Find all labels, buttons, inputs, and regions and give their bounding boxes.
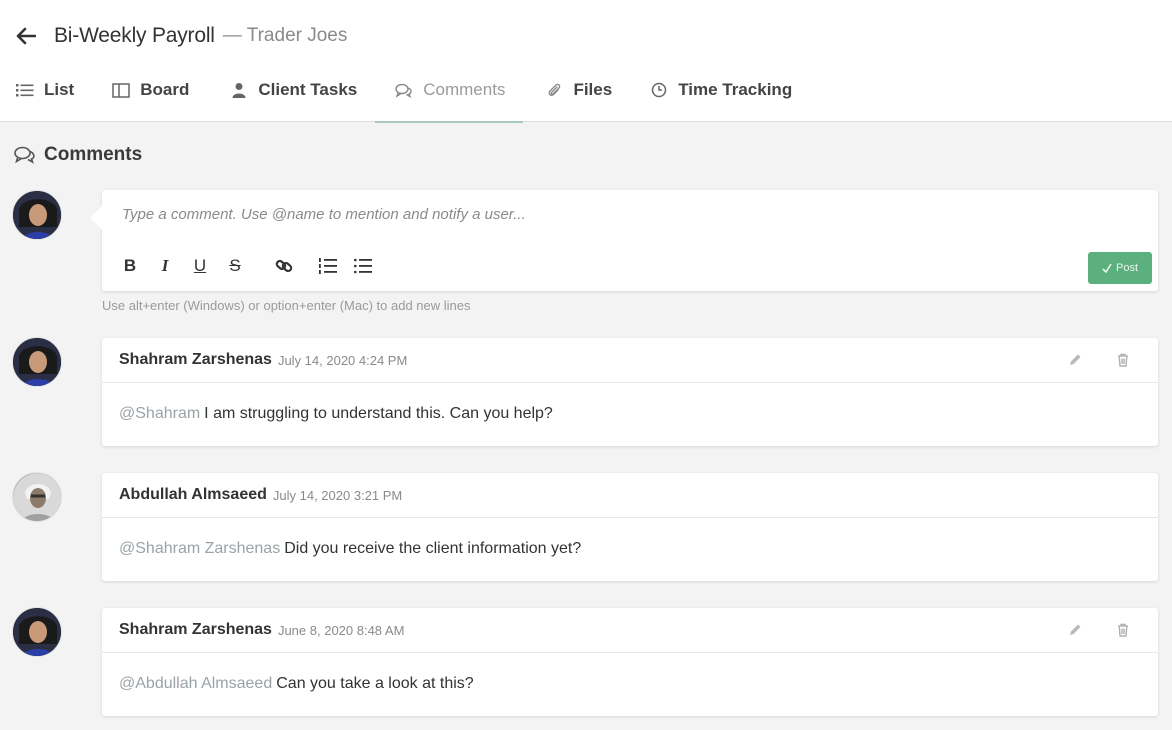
avatar — [12, 337, 62, 387]
comment-card: Abdullah Almsaeed July 14, 2020 3:21 PM … — [102, 473, 1158, 581]
post-label: Post — [1115, 262, 1138, 274]
page-header: Bi-Weekly Payroll — Trader Joes List Boa… — [0, 0, 1172, 123]
comment-card: Shahram Zarshenas July 14, 2020 4:24 PM … — [102, 338, 1158, 446]
tab-board[interactable]: Board — [112, 68, 189, 122]
comment-body: @Shahram Zarshenas Did you receive the c… — [102, 518, 1158, 580]
tab-client-tasks[interactable]: Client Tasks — [230, 68, 357, 122]
comment-author: Abdullah Almsaeed — [119, 486, 267, 503]
clock-icon — [650, 81, 668, 99]
comment-author: Shahram Zarshenas — [119, 621, 272, 638]
italic-button[interactable]: I — [155, 256, 175, 276]
comment-timestamp: July 14, 2020 4:24 PM — [277, 352, 408, 368]
comments-heading: Comments — [14, 144, 142, 166]
tab-bar: List Board Client Tasks Comments Files T… — [0, 68, 792, 123]
link-icon[interactable] — [274, 256, 294, 276]
underline-button[interactable]: U — [190, 256, 210, 276]
tab-comments[interactable]: Comments — [375, 68, 524, 123]
tab-label: Comments — [423, 80, 506, 99]
comment-header: Shahram Zarshenas June 8, 2020 8:48 AM — [102, 608, 1158, 653]
comment-input[interactable] — [122, 206, 1102, 223]
post-button[interactable]: Post — [1088, 252, 1152, 284]
comment-card: Shahram Zarshenas June 8, 2020 8:48 AM @… — [102, 608, 1158, 716]
formatting-toolbar: B I U S — [120, 256, 388, 276]
arrow-left-icon[interactable] — [14, 24, 38, 48]
strikethrough-button[interactable]: S — [225, 256, 245, 276]
tab-label: Client Tasks — [258, 80, 358, 99]
comment-body: @Shahram I am struggling to understand t… — [102, 383, 1158, 445]
user-icon — [230, 81, 248, 99]
title-row: Bi-Weekly Payroll — Trader Joes — [14, 20, 347, 52]
trash-icon[interactable] — [1114, 621, 1132, 639]
board-icon — [112, 81, 130, 99]
comment-author: Shahram Zarshenas — [119, 351, 272, 368]
bold-button[interactable]: B — [120, 256, 140, 276]
avatar — [12, 607, 62, 657]
composer-hint: Use alt+enter (Windows) or option+enter … — [102, 298, 471, 313]
list-icon — [16, 81, 34, 99]
comment-composer: B I U S Post — [90, 190, 1158, 291]
tab-label: List — [44, 80, 75, 99]
section-title: Comments — [44, 144, 143, 165]
tab-label: Files — [573, 80, 613, 99]
comment-timestamp: June 8, 2020 8:48 AM — [277, 622, 405, 638]
comments-icon — [395, 81, 413, 99]
send-icon — [1102, 263, 1112, 273]
mention-link[interactable]: @Shahram — [119, 405, 200, 423]
comment-timestamp: July 14, 2020 3:21 PM — [272, 487, 403, 503]
tab-label: Board — [140, 80, 190, 99]
tab-list[interactable]: List — [16, 68, 74, 122]
pencil-icon[interactable] — [1066, 351, 1084, 369]
comment-text: Did you receive the client information y… — [284, 540, 582, 557]
unordered-list-icon[interactable] — [353, 256, 373, 276]
comments-icon — [14, 146, 36, 164]
avatar — [12, 190, 62, 240]
comment-text: I am struggling to understand this. Can … — [204, 405, 553, 422]
page-subtitle: — Trader Joes — [222, 25, 348, 46]
avatar — [12, 472, 62, 522]
comment-header: Shahram Zarshenas July 14, 2020 4:24 PM — [102, 338, 1158, 383]
pencil-icon[interactable] — [1066, 621, 1084, 639]
page-title: Bi-Weekly Payroll — [54, 24, 215, 47]
comment-body: @Abdullah Almsaeed Can you take a look a… — [102, 653, 1158, 715]
mention-link[interactable]: @Shahram Zarshenas — [119, 540, 280, 558]
mention-link[interactable]: @Abdullah Almsaeed — [119, 675, 272, 693]
trash-icon[interactable] — [1114, 351, 1132, 369]
tab-time-tracking[interactable]: Time Tracking — [650, 68, 792, 122]
comment-header: Abdullah Almsaeed July 14, 2020 3:21 PM — [102, 473, 1158, 518]
ordered-list-icon[interactable] — [318, 256, 338, 276]
comment-text: Can you take a look at this? — [276, 675, 474, 692]
tab-files[interactable]: Files — [545, 68, 612, 122]
paperclip-icon — [545, 81, 563, 99]
tab-label: Time Tracking — [678, 80, 793, 99]
